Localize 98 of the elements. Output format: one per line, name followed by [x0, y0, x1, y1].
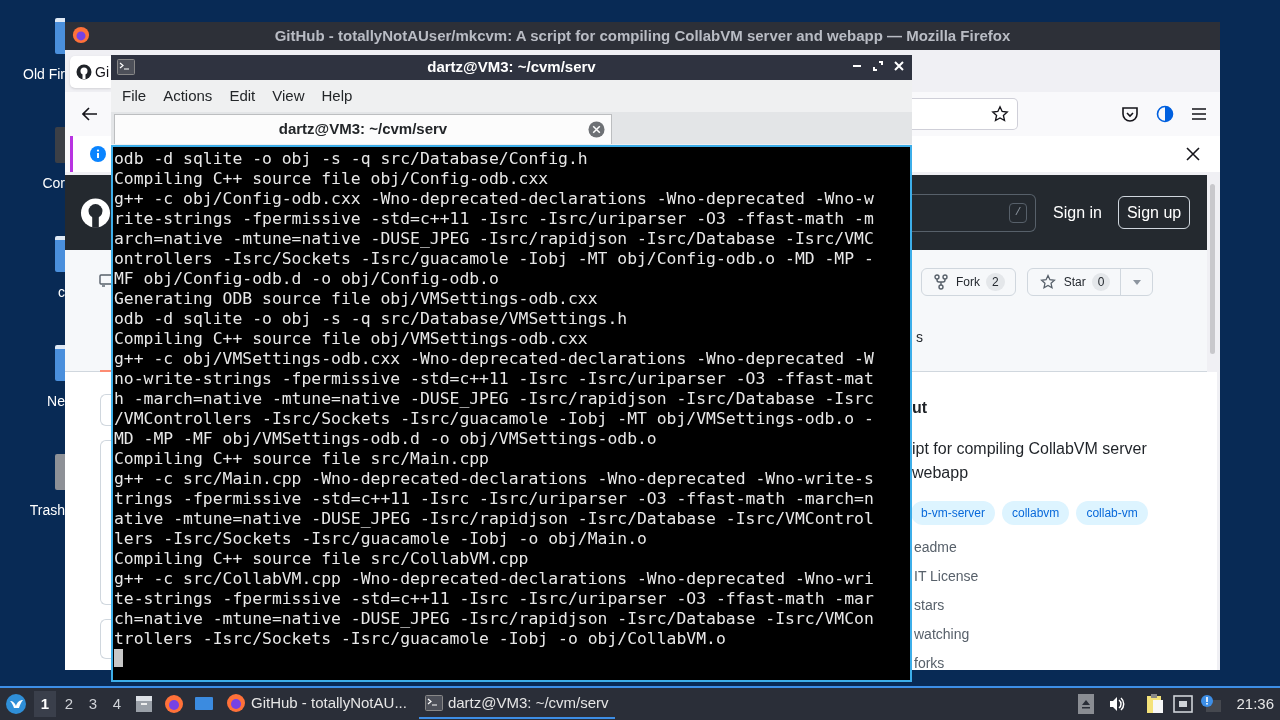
sign-up-button[interactable]: Sign up — [1117, 196, 1191, 229]
desktop-icon-label[interactable]: c — [58, 283, 65, 301]
sidebar-link[interactable]: eadme — [914, 538, 1210, 557]
terminal-line: Compiling C++ source file src/Main.cpp — [114, 449, 490, 469]
topic-tag[interactable]: collabvm — [1002, 501, 1070, 525]
terminal-line: odb -d sqlite -o obj -s -q src/Database/VMSettings.h — [114, 309, 629, 329]
close-icon[interactable] — [892, 59, 906, 73]
volume-icon[interactable] — [1108, 695, 1127, 713]
topic-tag[interactable]: b-vm-server — [911, 501, 995, 525]
browser-tab[interactable]: Gi — [70, 56, 111, 88]
terminal-line: odb -d sqlite -o obj -s -q src/Database/Config.h — [114, 149, 589, 169]
file-icon[interactable] — [55, 345, 65, 381]
topic-tag[interactable]: collab-vm — [1076, 501, 1148, 525]
terminal-tab[interactable]: dartz@VM3: ~/cvm/serv — [114, 114, 612, 144]
section-heading: ut — [912, 398, 929, 418]
keyboard-shortcut: / — [1009, 202, 1027, 223]
back-arrow-icon[interactable] — [82, 107, 98, 121]
taskbar-button[interactable]: dartz@VM3: ~/cvm/serv — [418, 689, 615, 719]
github-icon — [76, 64, 92, 80]
scrollbar-thumb[interactable] — [1210, 184, 1215, 354]
terminal-line: Compiling C++ source file src/CollabVM.cpp — [114, 549, 530, 569]
close-icon[interactable] — [1186, 147, 1200, 161]
workspace-button[interactable]: 3 — [82, 691, 104, 717]
file-icon[interactable] — [55, 236, 65, 272]
workspace-button[interactable]: 4 — [106, 691, 128, 717]
terminal-icon — [117, 59, 135, 75]
file-icon[interactable] — [55, 18, 65, 54]
terminal-line: MF obj/Config-odb.d -o obj/Config-odb.o — [114, 269, 500, 289]
terminal-line: Compiling C++ source file obj/Config-odb.cxx — [114, 169, 550, 189]
sidebar-link[interactable]: IT License — [914, 567, 1210, 586]
menu-icon[interactable] — [1191, 107, 1207, 121]
terminal-line: trings -fpermissive -std=c++11 -Isrc -Isrc/uriparser -O3 -ffast-math -march=n — [114, 489, 875, 509]
terminal-icon — [424, 695, 443, 711]
star-icon — [1039, 274, 1056, 290]
terminal-line: h -march=native -mtune=native -DUSE_JPEG -Isrc/rapidjson -Isrc/Database -Isrc — [114, 389, 875, 409]
firefox-icon — [226, 693, 246, 713]
start-menu-icon[interactable] — [5, 693, 27, 715]
file-manager-icon[interactable] — [134, 694, 154, 714]
terminal-line: arch=native -mtune=native -DUSE_JPEG -Isrc/rapidjson -Isrc/Database -Isrc/VMC — [114, 229, 875, 249]
pocket-icon[interactable] — [1121, 105, 1139, 123]
terminal-line: no-write-strings -fpermissive -std=c++11 -Isrc -Isrc/uriparser -O3 -ffast-mat — [114, 369, 875, 389]
maximize-icon[interactable] — [871, 59, 885, 73]
terminal-line: Compiling C++ source file obj/VMSettings-odb.cxx — [114, 329, 589, 349]
text-cursor — [114, 649, 123, 667]
sidebar-link[interactable]: watching — [914, 625, 1210, 644]
terminal-line: g++ -c obj/VMSettings-odb.cxx -Wno-deprecated-declarations -Wno-deprecated -W — [114, 349, 875, 369]
clock: 21:36 — [1236, 693, 1274, 714]
terminal-line: ch=native -mtune=native -DUSE_JPEG -Isrc/rapidjson -Isrc/Database -Isrc/VMCon — [114, 609, 875, 629]
show-desktop-icon[interactable] — [194, 695, 214, 713]
laptop-icon — [99, 274, 111, 288]
window-title: GitHub - totallyNotAUser/mkcvm: A script for compiling CollabVM server and webapp — Mozilla Firefox — [273, 25, 1012, 46]
fork-icon — [934, 274, 948, 290]
menu-item[interactable]: Actions — [155, 83, 221, 109]
nav-tab-label[interactable]: s — [916, 327, 923, 348]
menu-item[interactable]: Help — [313, 83, 361, 109]
terminal-line: g++ -c src/Main.cpp -Wno-deprecated-declarations -Wno-deprecated -Wno-write-s — [114, 469, 875, 489]
terminal-pane[interactable] — [111, 145, 912, 682]
terminal-line: MD -MP -MF obj/VMSettings-odb.d -o obj/VMSettings-odb.o — [114, 429, 658, 449]
desktop-icon-label[interactable]: Trash — [29, 501, 65, 519]
sidebar-link[interactable]: forks — [914, 654, 1210, 670]
notification-icon[interactable] — [1200, 694, 1223, 714]
workspace-button[interactable]: 2 — [58, 691, 80, 717]
contrast-icon[interactable] — [1156, 105, 1174, 123]
menu-item[interactable]: Edit — [221, 83, 264, 109]
eject-icon[interactable] — [1078, 694, 1095, 714]
firefox-icon — [72, 26, 90, 44]
firefox-icon[interactable] — [164, 694, 184, 714]
terminal-line: ontrollers -Isrc/Sockets -Isrc/guacamole -Iobj -MT obj/Config-odb.o -MD -MP - — [114, 249, 875, 269]
desktop-icon-label[interactable]: Ne — [47, 392, 65, 410]
caret-icon — [1132, 279, 1141, 285]
terminal-line: ative -mtune=native -DUSE_JPEG -Isrc/rapidjson -Isrc/Database -Isrc/VMControl — [114, 509, 875, 529]
terminal-line: trollers -Isrc/Sockets -Isrc/guacamole -Iobj -o obj/CollabVM.o — [114, 629, 727, 649]
fork-button[interactable]: Fork 2 — [922, 269, 1015, 295]
counter: 0 — [1091, 273, 1111, 291]
terminal-line: /VMControllers -Isrc/Sockets -Isrc/guacamole -Iobj -MT obj/VMSettings-odb.o - — [114, 409, 875, 429]
sign-in-link[interactable]: Sign in — [1053, 200, 1102, 225]
window-title: dartz@VM3: ~/cvm/serv — [426, 57, 597, 78]
terminal-line: g++ -c obj/Config-odb.cxx -Wno-deprecated-declarations -Wno-deprecated -Wno-w — [114, 189, 875, 209]
counter: 2 — [986, 273, 1005, 291]
desktop-icon-label[interactable]: Cor — [42, 174, 65, 192]
repo-description: ipt for compiling CollabVM server — [912, 439, 1148, 459]
menu-item[interactable]: View — [264, 83, 313, 109]
taskbar-button[interactable]: GitHub - totallyNotAU... — [220, 689, 413, 719]
terminal-line: Generating ODB source file obj/VMSettings-odb.cxx — [114, 289, 599, 309]
star-icon[interactable] — [991, 105, 1009, 123]
repo-description: webapp — [912, 463, 970, 483]
terminal-line: te-strings -fpermissive -std=c++11 -Isrc -Isrc/uriparser -O3 -ffast-math -mar — [114, 589, 875, 609]
terminal-line: rite-strings -fpermissive -std=c++11 -Isrc -Isrc/uriparser -O3 -ffast-math -m — [114, 209, 875, 229]
terminal-line: g++ -c src/CollabVM.cpp -Wno-deprecated-declarations -Wno-deprecated -Wno-wri — [114, 569, 875, 589]
sidebar-link[interactable]: stars — [914, 596, 1210, 615]
terminal-line: lers -Isrc/Sockets -Isrc/guacamole -Iobj -o obj/Main.o — [114, 529, 648, 549]
menu-item[interactable]: File — [114, 83, 155, 109]
github-logo-icon[interactable] — [80, 196, 111, 229]
network-icon[interactable] — [1173, 695, 1194, 713]
workspace-button[interactable]: 1 — [34, 691, 56, 717]
desktop-icon-label[interactable]: Old Fir — [23, 65, 65, 83]
info-icon — [90, 146, 106, 162]
clipboard-icon[interactable] — [1145, 693, 1166, 715]
